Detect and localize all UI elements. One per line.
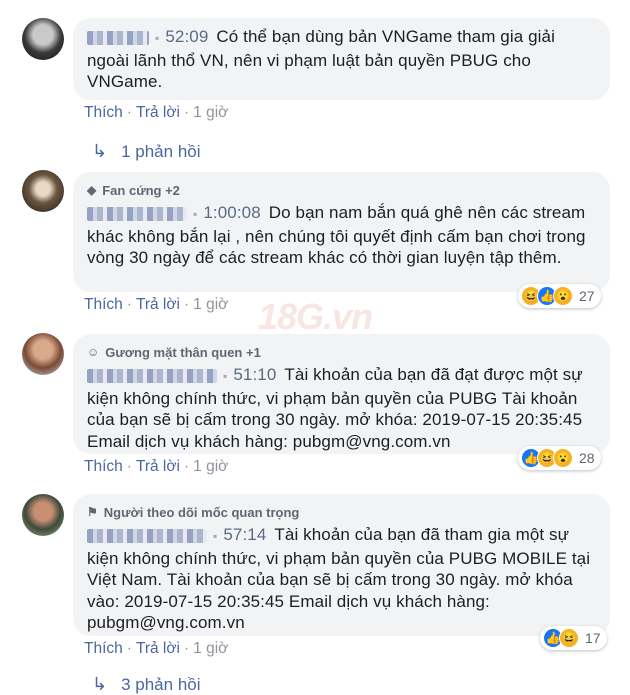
badge-label: Fan cứng +2 <box>102 182 180 198</box>
reaction-count: 27 <box>579 288 595 304</box>
badge-label: Gương mặt thân quen +1 <box>105 344 261 360</box>
replies-count: 3 phản hồi <box>121 674 201 694</box>
badge-icon: ☺ <box>87 345 100 359</box>
timestamp: 1:00:08 <box>203 203 261 222</box>
reply-arrow-icon: ↳ <box>92 141 108 161</box>
reply-link[interactable]: Trả lời <box>136 640 180 658</box>
flag-icon: ⚑ <box>87 505 98 519</box>
redacted-name <box>87 206 187 221</box>
timestamp: 51:10 <box>233 365 277 384</box>
avatar[interactable] <box>22 333 64 375</box>
redacted-name <box>87 368 217 383</box>
like-link[interactable]: Thích <box>84 458 123 476</box>
avatar[interactable] <box>22 170 64 212</box>
like-link[interactable]: Thích <box>84 104 123 122</box>
comment-time: 1 giờ <box>193 458 229 475</box>
like-link[interactable]: Thích <box>84 640 123 658</box>
wow-icon: 😮 <box>553 448 573 468</box>
badge-label: Người theo dõi mốc quan trọng <box>103 504 300 520</box>
reactions[interactable]: 😆 👍 😮 27 <box>518 284 601 308</box>
comment-actions: Thích · Trả lời · 1 giờ <box>84 104 229 122</box>
comment-text: ▪ 52:09 Có thể bạn dùng bản VNGame tham gi… <box>87 27 555 91</box>
reactions[interactable]: 👍 😆 17 <box>540 626 607 650</box>
haha-icon: 😆 <box>559 628 579 648</box>
avatar[interactable] <box>22 18 64 60</box>
reaction-count: 28 <box>579 450 595 466</box>
replies-count: 1 phản hồi <box>121 141 201 161</box>
like-link[interactable]: Thích <box>84 296 123 314</box>
view-replies-link[interactable]: ↳ 1 phản hồi <box>92 141 201 162</box>
badge: ☺ Gương mặt thân quen +1 <box>87 342 596 362</box>
reply-link[interactable]: Trả lời <box>136 458 180 476</box>
comment-text: ▪ 57:14 Tài khoản của bạn đã tham gia một … <box>87 525 591 632</box>
reaction-count: 17 <box>585 630 601 646</box>
comment-bubble: ☺ Gương mặt thân quen +1 ▪ 51:10 Tài khoản… <box>73 334 610 454</box>
comment-actions: Thích · Trả lời · 1 giờ <box>84 296 229 314</box>
wow-icon: 😮 <box>553 286 573 306</box>
diamond-icon: ◆ <box>87 183 97 197</box>
comment-time: 1 giờ <box>193 104 229 121</box>
timestamp: 52:09 <box>165 27 209 46</box>
reply-link[interactable]: Trả lời <box>136 296 180 314</box>
avatar[interactable] <box>22 494 64 536</box>
comment-text: ▪ 1:00:08 Do bạn nam bắn quá ghê nên các s… <box>87 203 586 267</box>
comment-time: 1 giờ <box>193 640 229 657</box>
comment-text: ▪ 51:10 Tài khoản của bạn đã đạt được một … <box>87 365 583 451</box>
reply-arrow-icon: ↳ <box>92 674 108 694</box>
redacted-name <box>87 30 149 45</box>
badge: ⚑ Người theo dõi mốc quan trọng <box>87 502 596 522</box>
badge: ◆ Fan cứng +2 <box>87 180 596 200</box>
comment-actions: Thích · Trả lời · 1 giờ <box>84 458 229 476</box>
comment-bubble: ▪ 52:09 Có thể bạn dùng bản VNGame tham gi… <box>73 18 610 100</box>
comment-bubble: ⚑ Người theo dõi mốc quan trọng ▪ 57:14 Tà… <box>73 494 610 636</box>
view-replies-link[interactable]: ↳ 3 phản hồi <box>92 674 201 695</box>
timestamp: 57:14 <box>223 525 267 544</box>
comment-actions: Thích · Trả lời · 1 giờ <box>84 640 229 658</box>
reactions[interactable]: 👍 😆 😮 28 <box>518 446 601 470</box>
watermark: 18G.vn <box>258 296 373 337</box>
comment-time: 1 giờ <box>193 296 229 313</box>
comment-bubble: ◆ Fan cứng +2 ▪ 1:00:08 Do bạn nam bắn quá… <box>73 172 610 292</box>
reply-link[interactable]: Trả lời <box>136 104 180 122</box>
redacted-name <box>87 528 207 543</box>
